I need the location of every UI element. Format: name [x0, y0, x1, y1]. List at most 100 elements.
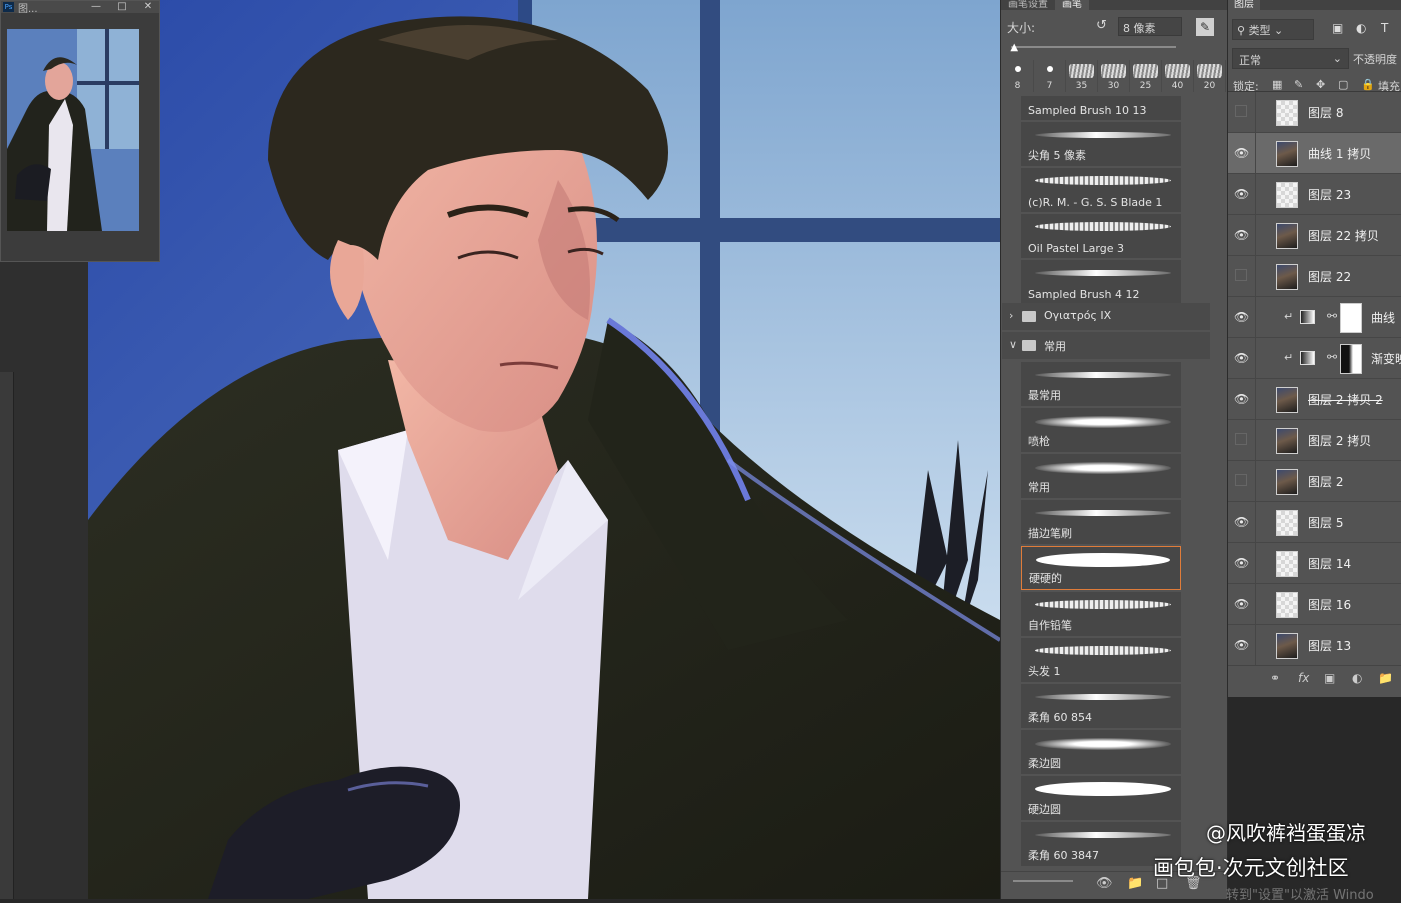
- layer-thumbnail[interactable]: [1276, 387, 1298, 413]
- layer-thumbnail[interactable]: [1276, 592, 1298, 618]
- layer-name[interactable]: 图层 23: [1308, 186, 1351, 203]
- layer-name[interactable]: 图层 8: [1308, 104, 1343, 121]
- visibility-toggle[interactable]: 👁: [1228, 133, 1256, 173]
- adjustment-layer-icon[interactable]: ◐: [1352, 671, 1362, 685]
- layer-thumbnail[interactable]: [1276, 551, 1298, 577]
- brush-preset-2[interactable]: 35: [1066, 60, 1098, 92]
- lock-position-icon[interactable]: ✥: [1316, 78, 1325, 91]
- brush-item[interactable]: 硬硬的: [1021, 546, 1181, 590]
- layer-thumbnail[interactable]: [1276, 223, 1298, 249]
- brush-item[interactable]: 描边笔刷: [1021, 500, 1181, 544]
- visibility-toggle[interactable]: [1228, 92, 1256, 132]
- maximize-icon[interactable]: □: [111, 1, 133, 13]
- layer-name[interactable]: 曲线: [1371, 309, 1395, 326]
- layer-row[interactable]: 👁 图层 16: [1228, 584, 1401, 625]
- visibility-toggle[interactable]: 👁: [1228, 502, 1256, 542]
- link-layers-icon[interactable]: ⚭: [1270, 671, 1280, 685]
- visibility-toggle[interactable]: 👁: [1228, 379, 1256, 419]
- visibility-toggle[interactable]: 👁: [1228, 584, 1256, 624]
- adjustment-icon[interactable]: [1300, 310, 1315, 324]
- visibility-toggle[interactable]: 👁: [1228, 174, 1256, 214]
- layer-row[interactable]: 👁 图层 14: [1228, 543, 1401, 584]
- brush-item[interactable]: Sampled Brush 4 12: [1021, 260, 1181, 304]
- toggle-preview-icon[interactable]: 👁: [1096, 876, 1113, 891]
- document-canvas[interactable]: [88, 0, 1000, 899]
- brush-item[interactable]: 柔角 60 854: [1021, 684, 1181, 728]
- layer-mask-thumbnail[interactable]: [1340, 344, 1362, 374]
- layer-name[interactable]: 渐变映: [1371, 350, 1401, 367]
- visibility-toggle[interactable]: 👁: [1228, 625, 1256, 665]
- lock-all-icon[interactable]: 🔒: [1361, 78, 1375, 91]
- layer-list[interactable]: 图层 8 👁 曲线 1 拷贝 👁 图层 23 👁 图层 22 拷贝 图层 22 👁 ↵ ⚯ 曲线 👁 ↵ ⚯…: [1228, 91, 1401, 665]
- navigator-panel[interactable]: Ps 图... — □ ✕: [0, 0, 160, 262]
- layers-panel[interactable]: 图层 ⚲ 类型 ⌄ ▣ ◐ T 正常 ⌄ 不透明度 锁定: ▦ ✎ ✥ ▢ 🔒 填…: [1227, 0, 1401, 899]
- brush-item[interactable]: 自作铅笔: [1021, 592, 1181, 636]
- lock-transparent-icon[interactable]: ▦: [1272, 78, 1282, 91]
- chevron-right-icon[interactable]: ›: [1009, 309, 1013, 322]
- visibility-toggle[interactable]: 👁: [1228, 543, 1256, 583]
- reset-angle-icon[interactable]: ↺: [1096, 18, 1107, 33]
- layer-row[interactable]: 👁 图层 5: [1228, 502, 1401, 543]
- chevron-down-icon[interactable]: ∨: [1009, 338, 1017, 351]
- visibility-toggle[interactable]: 👁: [1228, 338, 1256, 378]
- adjustment-icon[interactable]: [1300, 351, 1315, 365]
- layer-name[interactable]: 图层 2: [1308, 473, 1343, 490]
- layer-name[interactable]: 图层 2 拷贝 2: [1308, 391, 1383, 408]
- layer-name[interactable]: 图层 14: [1308, 555, 1351, 572]
- layer-filter-select[interactable]: ⚲ 类型 ⌄: [1232, 19, 1314, 40]
- layer-name[interactable]: 图层 13: [1308, 637, 1351, 654]
- brush-panel[interactable]: 画笔设置 画笔 大小: ↺ 8 像素 ✎ ▲ 8 7 35 30 25 40 20 Samp…: [1000, 0, 1228, 899]
- brush-preset-1[interactable]: 7: [1034, 60, 1066, 92]
- layer-name[interactable]: 曲线 1 拷贝: [1308, 145, 1371, 162]
- navigator-titlebar[interactable]: Ps 图... — □ ✕: [1, 1, 159, 15]
- add-mask-icon[interactable]: ▣: [1324, 671, 1335, 685]
- brush-item[interactable]: (c)R. M. - G. S. S Blade 1: [1021, 168, 1181, 212]
- brush-item[interactable]: 硬边圆: [1021, 776, 1181, 820]
- minimize-icon[interactable]: —: [85, 1, 107, 13]
- layer-row[interactable]: 👁 图层 13: [1228, 625, 1401, 665]
- brush-folder[interactable]: ∨ 常用: [1002, 332, 1210, 359]
- brush-preset-6[interactable]: 20: [1194, 60, 1226, 92]
- brush-preset-3[interactable]: 30: [1098, 60, 1130, 92]
- tab-brushes[interactable]: 画笔: [1055, 0, 1089, 10]
- size-input[interactable]: 8 像素: [1118, 17, 1182, 36]
- layer-name[interactable]: 图层 2 拷贝: [1308, 432, 1371, 449]
- layer-row[interactable]: 图层 8: [1228, 92, 1401, 133]
- link-icon[interactable]: ⚯: [1327, 309, 1337, 323]
- layer-thumbnail[interactable]: [1276, 510, 1298, 536]
- visibility-toggle[interactable]: [1228, 420, 1256, 460]
- brush-folder[interactable]: › Ογιατρός IX: [1002, 303, 1210, 330]
- visibility-toggle[interactable]: 👁: [1228, 215, 1256, 255]
- tab-layers[interactable]: 图层: [1228, 0, 1260, 10]
- brush-item[interactable]: 最常用: [1021, 362, 1181, 406]
- navigator-thumbnail[interactable]: [7, 29, 139, 231]
- new-group-folder-icon[interactable]: 📁: [1378, 671, 1393, 685]
- layer-mask-thumbnail[interactable]: [1340, 303, 1362, 333]
- brush-item[interactable]: 头发 1: [1021, 638, 1181, 682]
- filter-pixel-icon[interactable]: ▣: [1332, 21, 1343, 35]
- visibility-toggle[interactable]: [1228, 461, 1256, 501]
- brush-preset-4[interactable]: 25: [1130, 60, 1162, 92]
- link-icon[interactable]: ⚯: [1327, 350, 1337, 364]
- filter-adjustment-icon[interactable]: ◐: [1356, 21, 1366, 35]
- lock-artboard-icon[interactable]: ▢: [1338, 78, 1348, 91]
- layer-row[interactable]: 👁 图层 23: [1228, 174, 1401, 215]
- brush-list-scrollbar[interactable]: [1213, 100, 1223, 840]
- size-slider-knob[interactable]: ▲: [1010, 43, 1018, 53]
- layer-name[interactable]: 图层 22: [1308, 268, 1351, 285]
- layer-row[interactable]: 👁 ↵ ⚯ 渐变映: [1228, 338, 1401, 379]
- layer-thumbnail[interactable]: [1276, 182, 1298, 208]
- brush-preset-0[interactable]: 8: [1002, 60, 1034, 92]
- lock-paint-icon[interactable]: ✎: [1294, 78, 1303, 91]
- brush-list[interactable]: Sampled Brush 10 13 尖角 5 像素 (c)R. M. - G. …: [1001, 96, 1228, 870]
- layer-row[interactable]: 👁 曲线 1 拷贝: [1228, 133, 1401, 174]
- brush-item[interactable]: Oil Pastel Large 3: [1021, 214, 1181, 258]
- close-icon[interactable]: ✕: [137, 1, 159, 13]
- layer-thumbnail[interactable]: [1276, 264, 1298, 290]
- brush-item[interactable]: 常用: [1021, 454, 1181, 498]
- layer-name[interactable]: 图层 22 拷贝: [1308, 227, 1379, 244]
- preview-size-slider[interactable]: [1013, 880, 1073, 882]
- fx-icon[interactable]: fx: [1298, 671, 1309, 685]
- blend-mode-select[interactable]: 正常 ⌄: [1232, 48, 1349, 69]
- layer-thumbnail[interactable]: [1276, 100, 1298, 126]
